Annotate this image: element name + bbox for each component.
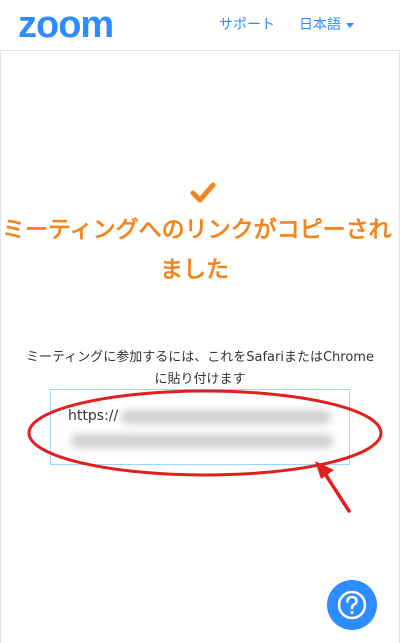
blurred-link-text [71, 434, 333, 448]
title-line-1: ミーティングへのリンクがコピーされ [2, 217, 392, 243]
instruction-line-2: に貼り付けます [154, 372, 246, 387]
meeting-link-box[interactable]: https:// [50, 389, 350, 465]
link-prefix: https:// [68, 408, 119, 424]
language-selector[interactable]: 日本語 [299, 15, 354, 35]
annotation-overlay [27, 389, 383, 513]
page: zoom サポート 日本語 ミーティングへのリンクがコピーされ ました ミーティ… [0, 0, 400, 643]
caret-down-icon [346, 22, 354, 28]
page-title: ミーティングへのリンクがコピーされ ました [0, 210, 400, 290]
instruction-text: ミーティングに参加するには、これをSafariまたはChrome に貼り付けます [0, 347, 400, 391]
check-icon [190, 182, 216, 203]
instruction-line-1: ミーティングに参加するには、これをSafariまたはChrome [26, 350, 374, 365]
question-icon [337, 590, 367, 620]
blurred-link-text [121, 410, 331, 424]
help-button[interactable] [327, 580, 377, 630]
support-link[interactable]: サポート [219, 15, 275, 35]
annotation-arrow-shaft [320, 467, 351, 513]
header: zoom サポート 日本語 [0, 0, 400, 51]
title-line-2: ました [160, 257, 229, 283]
zoom-logo[interactable]: zoom [18, 3, 114, 47]
language-label: 日本語 [299, 17, 341, 33]
